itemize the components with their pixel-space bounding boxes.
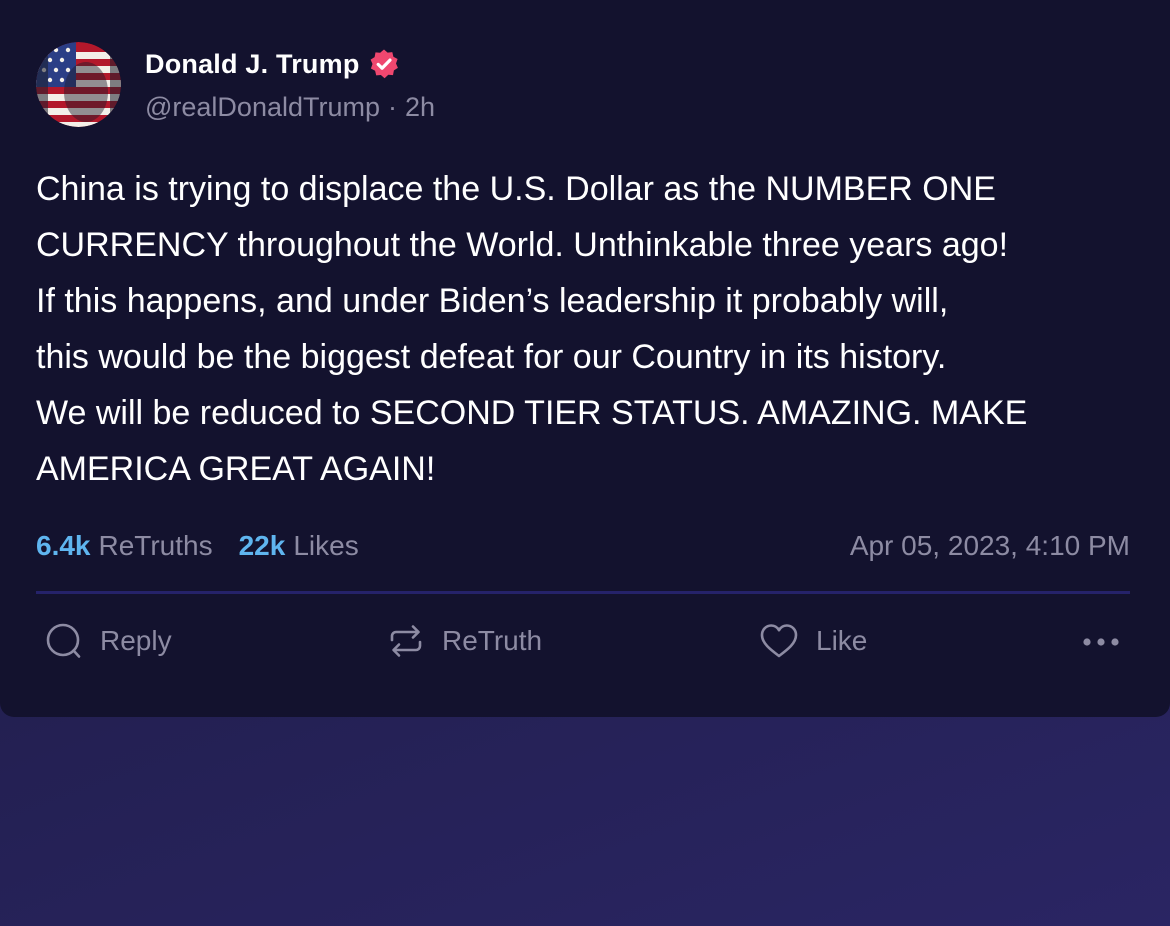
separator-dot: · xyxy=(388,92,397,122)
stats-row: 6.4k ReTruths 22k Likes Apr 05, 2023, 4:… xyxy=(36,528,1130,564)
reply-label: Reply xyxy=(100,625,172,656)
retruths-stat[interactable]: 6.4k ReTruths xyxy=(36,530,213,562)
author-handle[interactable]: @realDonaldTrump xyxy=(145,92,380,123)
author-name[interactable]: Donald J. Trump xyxy=(145,49,360,80)
retruth-icon xyxy=(390,625,422,657)
reply-button[interactable]: Reply xyxy=(44,616,172,666)
more-options-button[interactable] xyxy=(1080,616,1122,666)
like-button[interactable]: Like xyxy=(758,616,867,666)
more-icon xyxy=(1083,638,1119,646)
avatar[interactable] xyxy=(36,42,121,127)
like-label: Like xyxy=(816,625,868,656)
post-timestamp: Apr 05, 2023, 4:10 PM xyxy=(849,530,1130,561)
handle-row: @realDonaldTrump · 2h xyxy=(145,92,435,123)
heart-icon xyxy=(760,624,798,658)
reply-icon xyxy=(46,623,81,658)
author-name-row: Donald J. Trump xyxy=(145,46,400,82)
retruths-count: 6.4k xyxy=(36,530,91,561)
post-card: Donald J. Trump @realDonaldTrump · 2h Ch… xyxy=(0,0,1170,717)
divider xyxy=(36,591,1130,594)
retruths-label: ReTruths xyxy=(98,530,213,561)
retruth-label: ReTruth xyxy=(442,625,543,656)
retruth-button[interactable]: ReTruth xyxy=(386,616,542,666)
likes-count: 22k xyxy=(238,530,286,561)
likes-stat[interactable]: 22k Likes xyxy=(239,530,359,562)
likes-label: Likes xyxy=(293,530,359,561)
post-time-ago[interactable]: 2h xyxy=(405,92,435,123)
action-bar: Reply ReTruth Like xyxy=(36,616,1130,666)
avatar-image xyxy=(36,42,121,127)
verified-badge-icon xyxy=(368,48,400,80)
post-body: China is trying to displace the U.S. Dol… xyxy=(36,170,1028,488)
